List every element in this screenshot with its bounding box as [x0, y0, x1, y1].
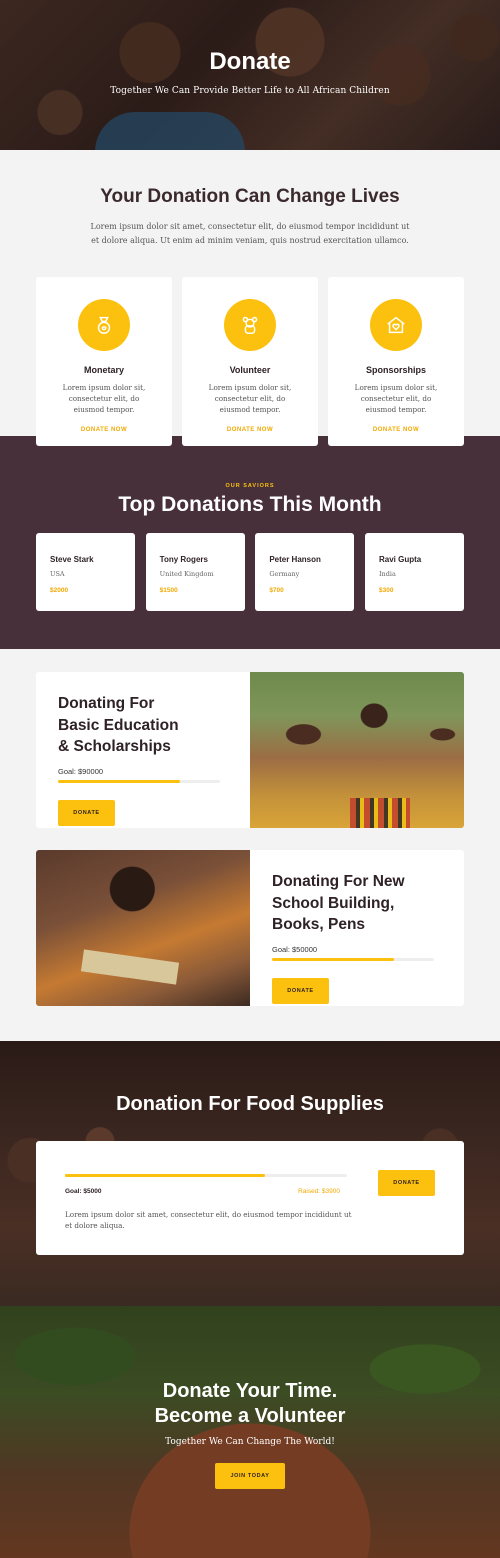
donate-button[interactable]: DONATE	[378, 1170, 435, 1196]
donor-amount: $300	[378, 587, 394, 594]
hero-subtitle: Together We Can Provide Better Life to A…	[110, 86, 390, 96]
progress-fill	[65, 1174, 266, 1177]
donation-types-section: Your Donation Can Change Lives Lorem ips…	[0, 150, 500, 446]
card-title: Monetary	[83, 365, 124, 375]
section-title: Donation For Food Supplies	[116, 1093, 384, 1115]
volunteer-title-line: Donate Your Time.	[162, 1380, 338, 1402]
volunteer-content: Donate Your Time. Become a Volunteer Tog…	[0, 1306, 500, 1558]
card-volunteer: Volunteer Lorem ipsum dolor sit, consect…	[182, 277, 318, 446]
cause-card-education: Donating For Basic Education & Scholarsh…	[36, 672, 464, 828]
section-kicker: OUR SAVIORS	[225, 483, 275, 489]
donor-name: Tony Rogers	[159, 555, 208, 564]
cause-text: Donating For Basic Education & Scholarsh…	[36, 672, 250, 828]
cause-title-line: School Building,	[272, 894, 395, 912]
donor-name: Peter Hanson	[269, 555, 321, 564]
top-donations-section: OUR SAVIORS Top Donations This Month Ste…	[0, 436, 500, 649]
donate-now-link[interactable]: DONATE NOW	[36, 427, 172, 433]
page-title: Donate	[209, 48, 291, 75]
cause-goal: Goal: $50000	[272, 944, 318, 954]
section-title: Your Donation Can Change Lives	[100, 186, 400, 207]
card-sponsorships: Sponsorships Lorem ipsum dolor sit, cons…	[328, 277, 464, 446]
cause-title: Donating For New School Building, Books,…	[272, 871, 464, 936]
donate-now-link[interactable]: DONATE NOW	[328, 427, 464, 433]
donor-country: United Kingdom	[159, 570, 214, 578]
section-description: Lorem ipsum dolor sit amet, consectetur …	[90, 222, 410, 245]
progress-bar	[65, 1174, 347, 1177]
cause-title-line: Basic Education	[58, 716, 179, 734]
cause-text: Donating For New School Building, Books,…	[250, 850, 464, 1006]
children-photo	[250, 672, 464, 828]
progress-bar	[58, 779, 220, 783]
section-title: Top Donations This Month	[118, 493, 382, 516]
photo-detail	[80, 949, 180, 985]
donor-country: Germany	[269, 570, 300, 578]
volunteer-title: Donate Your Time. Become a Volunteer	[0, 1379, 500, 1429]
donor-card: Ravi Gupta India $300	[364, 533, 464, 611]
donor-card: Steve Stark USA $2000	[36, 533, 135, 611]
volunteer-subtitle: Together We Can Change The World!	[165, 1437, 335, 1447]
donate-button[interactable]: DONATE	[58, 799, 115, 826]
boy-writing-photo	[36, 850, 250, 1006]
card-text: Lorem ipsum dolor sit, consectetur elit,…	[208, 383, 292, 414]
causes-section: Donating For Basic Education & Scholarsh…	[0, 649, 500, 1041]
cause-title-line: Books, Pens	[272, 916, 366, 933]
progress-fill	[272, 957, 394, 961]
join-today-button[interactable]: JOIN TODAY	[215, 1463, 285, 1489]
money-bag-icon	[78, 299, 130, 351]
donor-cards: Steve Stark USA $2000 Tony Rogers United…	[0, 533, 500, 611]
food-goal: Goal: $5000	[65, 1188, 102, 1195]
donor-amount: $2000	[50, 587, 69, 594]
donate-button[interactable]: DONATE	[272, 977, 329, 1004]
progress-fill	[58, 779, 180, 783]
donor-card: Tony Rogers United Kingdom $1500	[145, 533, 245, 611]
donor-country: India	[378, 570, 396, 578]
card-monetary: Monetary Lorem ipsum dolor sit, consecte…	[36, 277, 172, 446]
donate-now-link[interactable]: DONATE NOW	[182, 427, 318, 433]
cause-card-school: Donating For New School Building, Books,…	[36, 850, 464, 1006]
house-heart-icon	[370, 299, 422, 351]
cause-title: Donating For Basic Education & Scholarsh…	[58, 693, 250, 758]
donor-amount: $700	[269, 587, 284, 594]
volunteer-title-line: Become a Volunteer	[154, 1405, 346, 1427]
donor-card: Peter Hanson Germany $700	[255, 533, 355, 611]
food-donation-card: Goal: $5000 Raised: $3900 Lorem ipsum do…	[36, 1141, 464, 1255]
cause-title-line: & Scholarships	[58, 738, 171, 755]
donor-name: Steve Stark	[50, 555, 94, 564]
hero-section: Donate Together We Can Provide Better Li…	[0, 0, 500, 150]
cause-title-line: Donating For	[58, 695, 155, 712]
progress-bar	[272, 957, 434, 961]
food-supplies-section: Donation For Food Supplies Goal: $5000 R…	[0, 1041, 500, 1306]
cause-title-line: Donating For New	[272, 873, 405, 890]
teddy-bear-icon	[224, 299, 276, 351]
volunteer-section: Donate Your Time. Become a Volunteer Tog…	[0, 1306, 500, 1558]
donor-name: Ravi Gupta	[378, 555, 422, 564]
card-title: Sponsorships	[365, 365, 426, 375]
donor-country: USA	[50, 570, 65, 578]
photo-detail	[350, 798, 410, 828]
donor-amount: $1500	[159, 587, 178, 594]
hero-content: Donate Together We Can Provide Better Li…	[0, 0, 500, 150]
food-raised: Raised: $3900	[298, 1188, 340, 1195]
card-title: Volunteer	[229, 365, 271, 375]
card-text: Lorem ipsum dolor sit, consectetur elit,…	[354, 383, 438, 414]
card-text: Lorem ipsum dolor sit, consectetur elit,…	[62, 383, 146, 414]
donation-type-cards: Monetary Lorem ipsum dolor sit, consecte…	[0, 277, 500, 446]
cause-goal: Goal: $90000	[58, 766, 104, 776]
food-description: Lorem ipsum dolor sit amet, consectetur …	[65, 1210, 352, 1230]
